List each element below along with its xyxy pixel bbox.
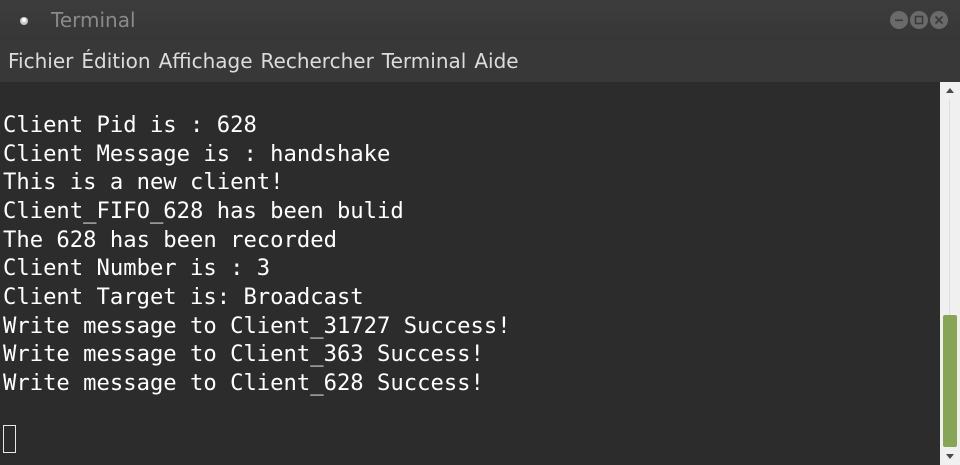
terminal-line: Client_FIFO_628 has been bulid [3,198,404,224]
terminal-window: Terminal Fichier Édition Affichage Reche… [0,0,960,465]
menu-affichage[interactable]: Affichage [155,41,257,81]
minimize-icon[interactable] [890,11,908,29]
menu-fichier[interactable]: Fichier [4,41,77,81]
terminal-line: Client Target is: Broadcast [3,284,364,310]
menu-aide[interactable]: Aide [470,41,522,81]
terminal-line: Write message to Client_31727 Success! [3,313,511,339]
vertical-scrollbar[interactable] [940,82,960,465]
scroll-thumb[interactable] [943,315,957,447]
menu-terminal[interactable]: Terminal [378,41,471,81]
terminal-app-icon [17,13,31,27]
terminal-line: Write message to Client_363 Success! [3,341,484,367]
terminal-line: This is a new client! [3,169,284,195]
menu-bar: Fichier Édition Affichage Rechercher Ter… [0,40,960,82]
terminal-line: Client Message is : handshake [3,141,391,167]
terminal-line: Write message to Client_628 Success! [3,370,484,396]
scroll-down-arrow-icon[interactable] [940,447,960,465]
scroll-up-arrow-icon[interactable] [940,82,960,100]
terminal-line: Client Number is : 3 [3,255,271,281]
terminal-output[interactable]: Client Pid is : 628 Client Message is : … [0,82,940,465]
window-title: Terminal [51,8,136,32]
maximize-icon[interactable] [910,11,928,29]
terminal-line: The 628 has been recorded [3,227,337,253]
window-controls [890,11,948,29]
menu-edition[interactable]: Édition [77,41,154,81]
terminal-line: Client Pid is : 628 [3,112,257,138]
menu-rechercher[interactable]: Rechercher [257,41,378,81]
text-cursor [3,425,16,453]
close-icon[interactable] [930,11,948,29]
title-bar[interactable]: Terminal [0,0,960,40]
